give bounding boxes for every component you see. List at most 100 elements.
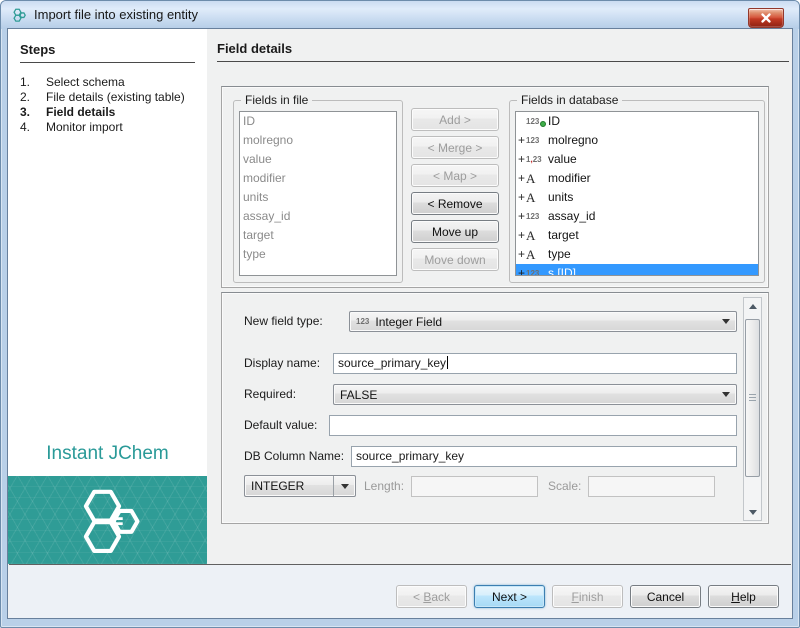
integer-new-icon: +123 bbox=[516, 264, 548, 276]
database-field-label: modifier bbox=[548, 169, 591, 188]
chevron-down-icon bbox=[722, 392, 730, 397]
decimal-new-icon: +1,23 bbox=[516, 150, 548, 169]
text-new-icon: +A bbox=[516, 188, 548, 207]
step-number: 1. bbox=[20, 75, 46, 90]
field-details-form: New field type: 123 Integer Field Displa… bbox=[221, 292, 769, 524]
field-mapping-section: Fields in file IDmolregnovaluemodifierun… bbox=[221, 86, 769, 288]
dialog-buttons: < Back Next > Finish Cancel Help bbox=[9, 565, 791, 618]
required-select[interactable]: FALSE bbox=[333, 384, 737, 405]
app-logo-icon bbox=[11, 7, 27, 23]
database-field-label: ID bbox=[548, 112, 560, 131]
file-field-row[interactable]: units bbox=[240, 188, 396, 207]
step-label: File details (existing table) bbox=[46, 90, 188, 105]
file-field-row[interactable]: target bbox=[240, 226, 396, 245]
chevron-down-icon bbox=[341, 484, 349, 489]
steps-panel: Steps 1.Select schema2.File details (exi… bbox=[8, 29, 207, 564]
move-down-button: Move down bbox=[411, 248, 499, 271]
integer-primary-key-icon: 123 bbox=[516, 112, 548, 131]
required-value: FALSE bbox=[340, 388, 377, 402]
fields-in-database-group: Fields in database 123ID+123molregno+1,2… bbox=[509, 100, 765, 283]
step-number: 3. bbox=[20, 105, 46, 120]
database-field-row[interactable]: +1,23value bbox=[516, 150, 758, 169]
step-item-field-details: 3.Field details bbox=[20, 105, 198, 120]
cancel-button[interactable]: Cancel bbox=[630, 585, 701, 608]
step-number: 4. bbox=[20, 120, 46, 135]
group-title: Fields in database bbox=[517, 93, 622, 107]
fields-in-file-group: Fields in file IDmolregnovaluemodifierun… bbox=[233, 100, 403, 283]
integer-new-icon: +123 bbox=[516, 207, 548, 226]
sql-type-select[interactable]: INTEGER bbox=[244, 475, 356, 497]
database-field-label: units bbox=[548, 188, 573, 207]
scroll-down-button[interactable] bbox=[744, 504, 761, 520]
step-number: 2. bbox=[20, 90, 46, 105]
merge-button: < Merge > bbox=[411, 136, 499, 159]
database-field-row[interactable]: +Aunits bbox=[516, 188, 758, 207]
new-field-type-label: New field type: bbox=[244, 314, 323, 328]
database-field-label: value bbox=[548, 150, 577, 169]
step-item-monitor-import: 4.Monitor import bbox=[20, 120, 198, 135]
database-field-row[interactable]: +123assay_id bbox=[516, 207, 758, 226]
finish-button: Finish bbox=[552, 585, 623, 608]
file-field-row[interactable]: value bbox=[240, 150, 396, 169]
database-field-row[interactable]: +123molregno bbox=[516, 131, 758, 150]
brand-name: Instant JChem bbox=[8, 443, 207, 465]
next-button[interactable]: Next > bbox=[474, 585, 545, 608]
sql-type-value: INTEGER bbox=[251, 479, 304, 493]
steps-list: 1.Select schema2.File details (existing … bbox=[20, 75, 198, 135]
integer-new-icon: +123 bbox=[516, 131, 548, 150]
close-button[interactable] bbox=[748, 8, 784, 28]
database-field-row[interactable]: +Atarget bbox=[516, 226, 758, 245]
database-field-row[interactable]: +123s [ID] bbox=[516, 264, 758, 276]
step-label: Select schema bbox=[46, 75, 188, 90]
divider bbox=[217, 61, 789, 62]
database-field-label: type bbox=[548, 245, 571, 264]
scrollbar-thumb[interactable] bbox=[745, 319, 760, 477]
file-field-row[interactable]: ID bbox=[240, 112, 396, 131]
help-button[interactable]: Help bbox=[708, 585, 779, 608]
db-column-name-label: DB Column Name: bbox=[244, 449, 344, 463]
step-label: Monitor import bbox=[46, 120, 188, 135]
move-up-button[interactable]: Move up bbox=[411, 220, 499, 243]
scale-label: Scale: bbox=[548, 479, 581, 493]
titlebar[interactable]: Import file into existing entity bbox=[1, 1, 799, 29]
text-new-icon: +A bbox=[516, 169, 548, 188]
text-new-icon: +A bbox=[516, 226, 548, 245]
display-name-value: source_primary_key bbox=[338, 356, 446, 370]
file-field-row[interactable]: molregno bbox=[240, 131, 396, 150]
main-panel: Field details Fields in file IDmolregnov… bbox=[207, 29, 792, 564]
map-button: < Map > bbox=[411, 164, 499, 187]
brand-panel bbox=[8, 476, 207, 564]
close-icon bbox=[760, 13, 772, 23]
length-label: Length: bbox=[364, 479, 404, 493]
text-new-icon: +A bbox=[516, 245, 548, 264]
fields-in-database-list[interactable]: 123ID+123molregno+1,23value+Amodifier+Au… bbox=[515, 111, 759, 276]
window-title: Import file into existing entity bbox=[34, 7, 198, 22]
text-caret bbox=[447, 356, 448, 369]
file-field-row[interactable]: modifier bbox=[240, 169, 396, 188]
db-column-name-input[interactable]: source_primary_key bbox=[351, 446, 737, 467]
step-label: Field details bbox=[46, 105, 188, 120]
transfer-buttons: Add > < Merge > < Map > < Remove Move up Move… bbox=[411, 108, 499, 271]
display-name-label: Display name: bbox=[244, 356, 320, 370]
database-field-row[interactable]: +Atype bbox=[516, 245, 758, 264]
database-field-row[interactable]: 123ID bbox=[516, 112, 758, 131]
fields-in-file-list[interactable]: IDmolregnovaluemodifierunitsassay_idtarg… bbox=[239, 111, 397, 276]
database-field-row[interactable]: +Amodifier bbox=[516, 169, 758, 188]
step-item-select-schema: 1.Select schema bbox=[20, 75, 198, 90]
file-field-row[interactable]: type bbox=[240, 245, 396, 264]
scale-input bbox=[588, 476, 715, 497]
new-field-type-value: Integer Field bbox=[375, 315, 442, 329]
file-field-row[interactable]: assay_id bbox=[240, 207, 396, 226]
back-button: < Back bbox=[396, 585, 467, 608]
remove-button[interactable]: < Remove bbox=[411, 192, 499, 215]
add-button: Add > bbox=[411, 108, 499, 131]
hexagon-logo-icon bbox=[73, 481, 143, 559]
length-input bbox=[411, 476, 538, 497]
scroll-up-button[interactable] bbox=[744, 298, 761, 314]
dialog-window: Import file into existing entity Steps 1… bbox=[0, 0, 800, 628]
step-item-file-details-existing-table: 2.File details (existing table) bbox=[20, 90, 198, 105]
new-field-type-select[interactable]: 123 Integer Field bbox=[349, 311, 737, 332]
form-scrollbar[interactable] bbox=[743, 297, 762, 521]
default-value-input[interactable] bbox=[329, 415, 737, 436]
display-name-input[interactable]: source_primary_key bbox=[333, 353, 737, 374]
